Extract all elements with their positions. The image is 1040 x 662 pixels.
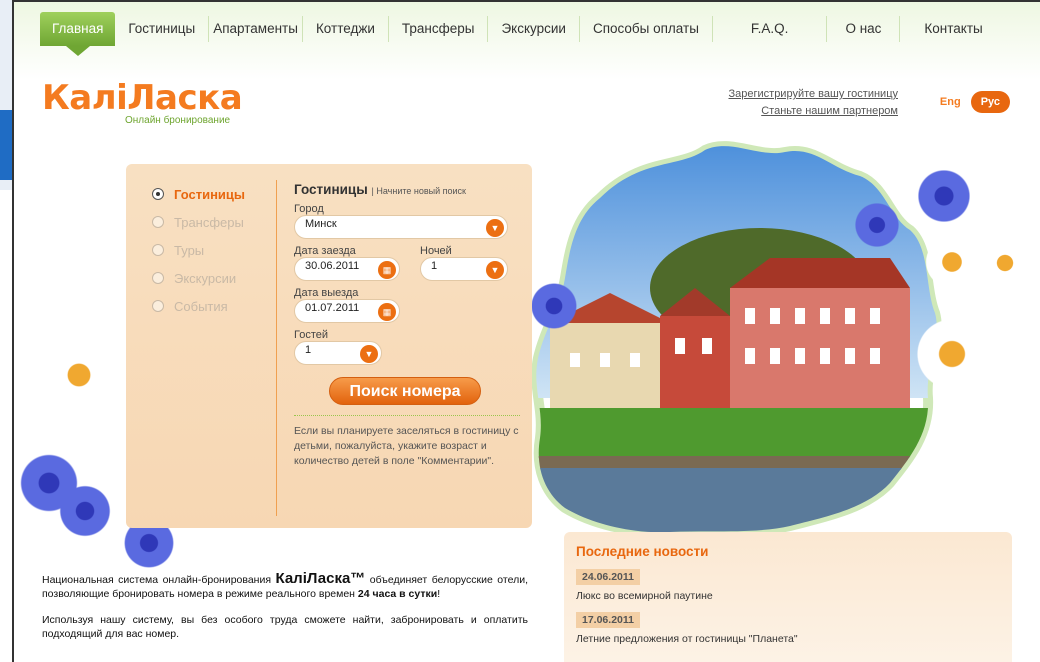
city-label: Город [294,203,324,215]
lang-rus[interactable]: Рус [970,91,1010,113]
nav-excursions[interactable]: Экскурсии [488,12,579,46]
checkin-date-field[interactable]: 30.06.2011 ▦ [294,257,400,281]
checkout-value: 01.07.2011 [305,302,360,314]
guests-label: Гостей [294,329,329,341]
search-type-list: Гостиницы Трансферы Туры Экскурсии Событ… [152,180,245,320]
news-date: 24.06.2011 [576,569,640,585]
type-events[interactable]: События [152,292,245,320]
cornflower-decoration [526,278,582,334]
type-label: Трансферы [174,214,244,230]
type-excursions[interactable]: Экскурсии [152,264,245,292]
calendar-icon[interactable]: ▦ [378,261,396,279]
nav-hotels[interactable]: Гостиницы [115,12,208,46]
nights-value: 1 [431,260,438,272]
chevron-down-icon[interactable]: ▼ [360,345,378,363]
logo-text: КалiЛаска [42,78,243,118]
intro-paragraph-1: Национальная система онлайн-бронирования… [42,570,528,600]
news-item: 24.06.2011 Люкс во всемирной паутине [576,569,1000,602]
calendar-icon[interactable]: ▦ [378,303,396,321]
radio-icon [152,272,164,284]
chevron-down-icon[interactable]: ▼ [486,219,504,237]
search-panel: Гостиницы Трансферы Туры Экскурсии Событ… [126,164,532,528]
news-date: 17.06.2011 [576,612,640,628]
web-page: Главная Гостиницы Апартаменты Коттеджи Т… [12,0,1040,662]
latest-news: Последние новости 24.06.2011 Люкс во все… [564,532,1012,662]
radio-icon [152,244,164,256]
nav-home[interactable]: Главная [40,12,116,56]
daisy-decoration [44,340,114,410]
brand-name: КалiЛаска™ [275,570,366,587]
become-partner-link[interactable]: Станьте нашим партнером [729,103,898,120]
radio-icon [152,188,164,200]
intro-text: Национальная система онлайн-бронирования… [42,570,528,653]
new-search-link[interactable]: Начните новый поиск [376,186,466,196]
city-select[interactable]: Минск ▼ [294,215,508,239]
chevron-down-icon[interactable]: ▼ [486,261,504,279]
guests-select[interactable]: 1 ▼ [294,341,382,365]
type-hotels[interactable]: Гостиницы [152,180,245,208]
news-link[interactable]: Люкс во всемирной паутине [576,590,1000,602]
nav-transfers[interactable]: Трансферы [389,12,488,46]
nav-faq[interactable]: F.A.Q. [713,12,827,46]
radio-icon [152,216,164,228]
checkin-value: 30.06.2011 [305,260,360,272]
radio-icon [152,300,164,312]
header-links: Зарегистрируйте вашу гостиницу Станьте н… [729,86,899,120]
nav-payment[interactable]: Способы оплаты [580,12,712,46]
type-transfers[interactable]: Трансферы [152,208,245,236]
dotted-divider [294,415,520,416]
daisy-decoration [922,232,982,292]
cornflower-decoration [54,480,116,542]
register-hotel-link[interactable]: Зарегистрируйте вашу гостиницу [729,86,899,103]
type-tours[interactable]: Туры [152,236,245,264]
news-title: Последние новости [576,544,709,559]
nights-select[interactable]: 1 ▼ [420,257,508,281]
checkout-date-field[interactable]: 01.07.2011 ▦ [294,299,400,323]
guests-value: 1 [305,344,312,356]
news-item: 17.06.2011 Летние предложения от гостини… [576,612,1000,645]
main-nav: Главная Гостиницы Апартаменты Коттеджи Т… [14,2,1040,80]
cornflower-decoration [912,164,976,228]
children-note: Если вы планируете заселяться в гостиниц… [294,425,519,467]
nav-about[interactable]: О нас [827,12,899,46]
checkout-label: Дата выезда [294,287,359,299]
site-logo[interactable]: КалiЛаска Онлайн бронирование [42,78,243,126]
type-label: Экскурсии [174,270,237,286]
type-label: Гостиницы [174,186,246,202]
nights-label: Ночей [420,245,452,257]
search-form: Гостиницы | Начните новый поиск Город Ми… [294,182,520,469]
form-title: Гостиницы | Начните новый поиск [294,182,466,197]
cornflower-decoration [850,198,904,252]
nav-contacts[interactable]: Контакты [900,12,1006,46]
panel-divider [276,180,277,516]
daisy-decoration [980,238,1030,288]
intro-paragraph-2: Используя нашу систему, вы без особого т… [42,614,528,640]
lang-eng[interactable]: Eng [940,96,961,108]
daisy-decoration [912,314,992,394]
type-label: События [174,298,228,314]
search-room-button[interactable]: Поиск номера [329,377,481,405]
checkin-label: Дата заезда [294,245,356,257]
desktop-window-edge [0,110,12,180]
nav-apartments[interactable]: Апартаменты [209,12,302,46]
city-value: Минск [305,218,337,230]
news-link[interactable]: Летние предложения от гостиницы "Планета… [576,633,1000,645]
language-switcher: Eng Рус [940,91,1010,113]
type-label: Туры [174,242,205,258]
nav-cottages[interactable]: Коттеджи [303,12,388,46]
logo-tagline: Онлайн бронирование [125,115,231,126]
